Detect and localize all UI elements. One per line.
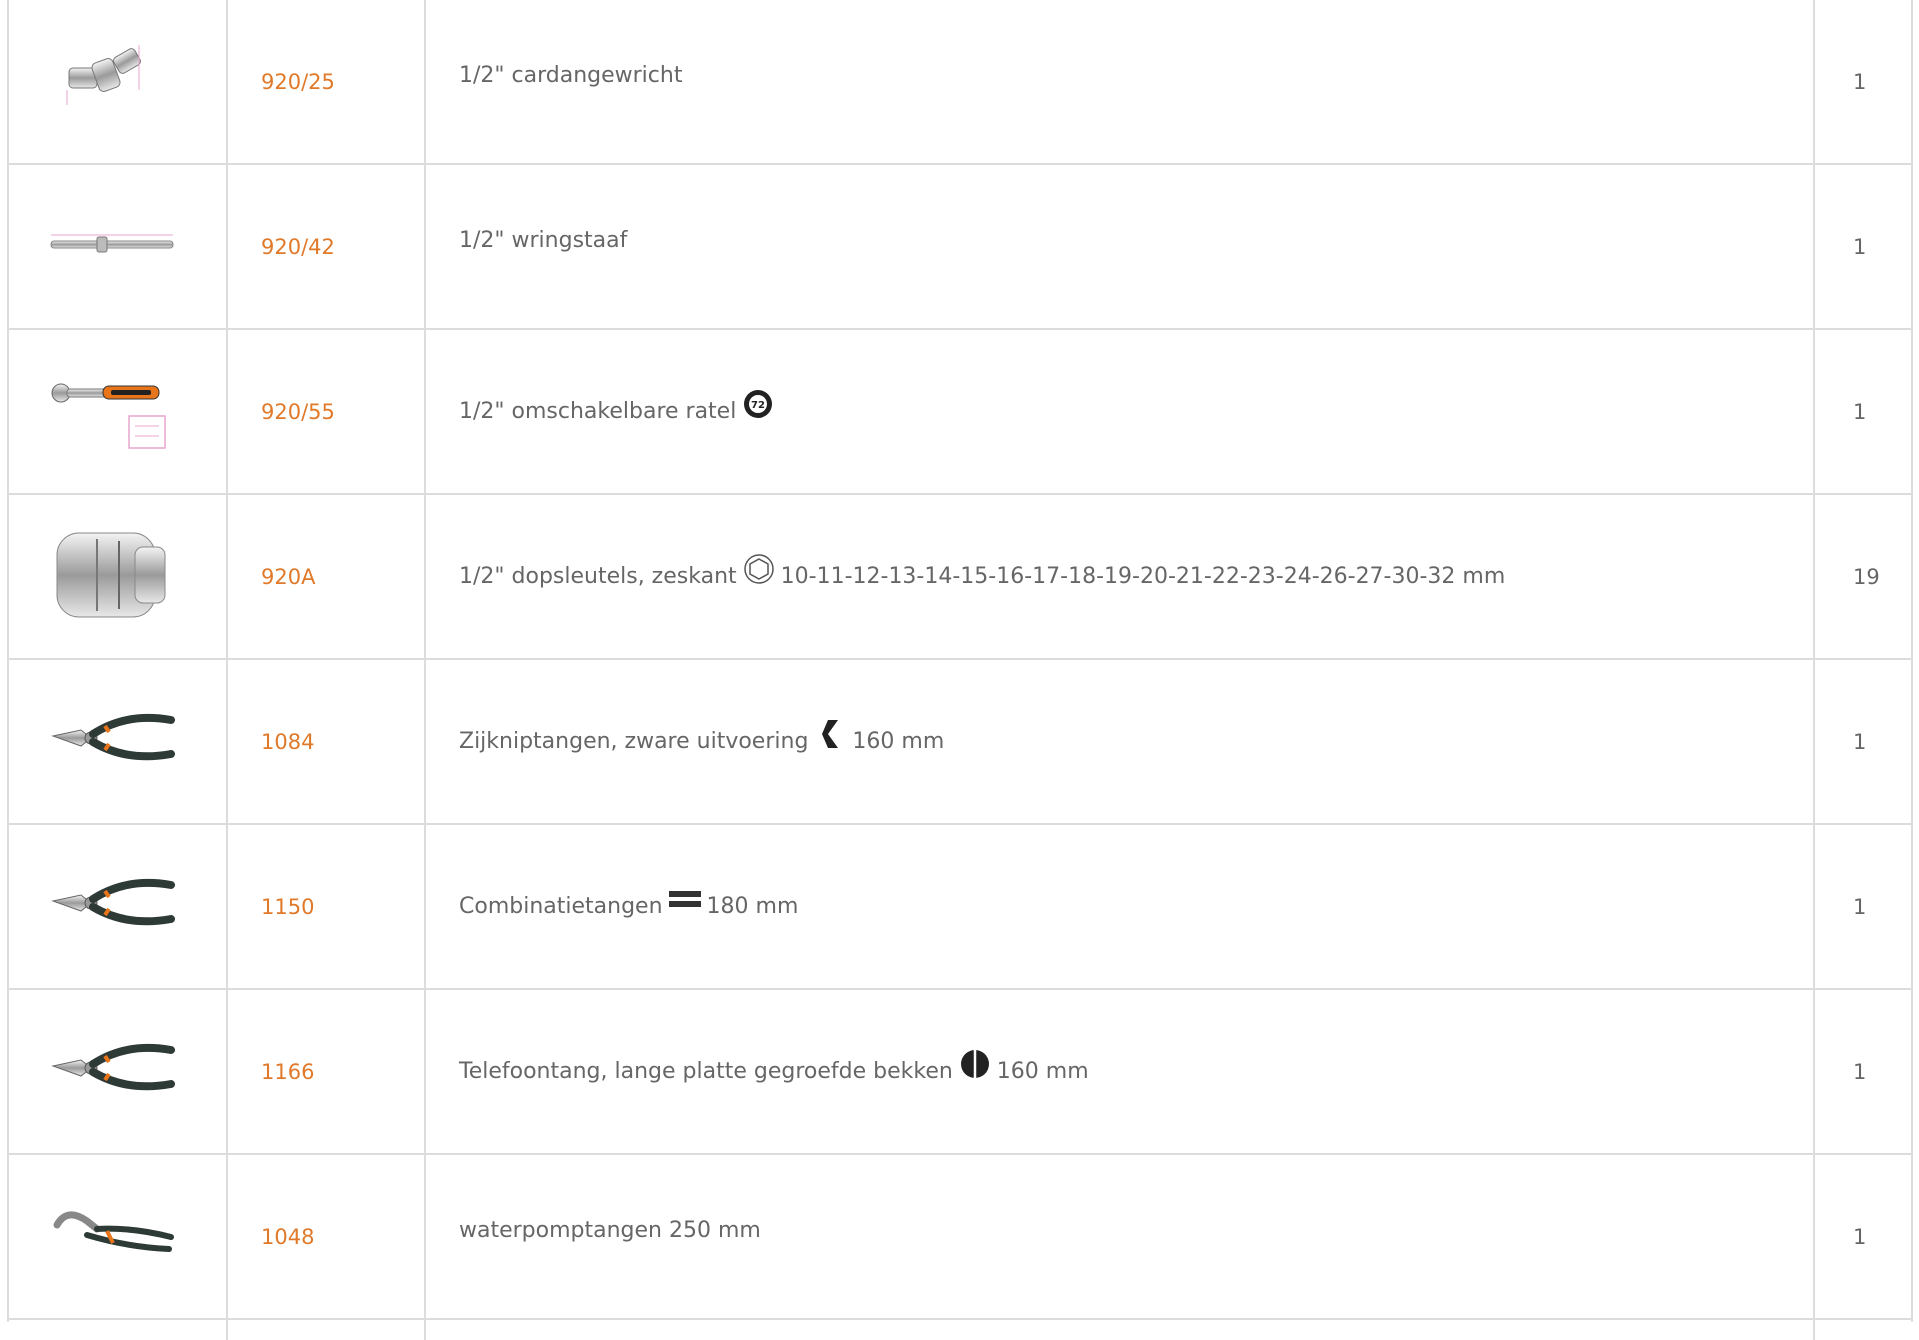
description-cell: Zijkniptangen, zware uitvoering 160 mm: [426, 660, 1815, 823]
product-image-cell: [9, 1155, 228, 1318]
table-row: 920/25 1/2" cardangewricht 1: [9, 0, 1911, 165]
quantity-value: 1: [1853, 70, 1867, 94]
description-text: waterpomptangen 250 mm: [459, 1218, 761, 1243]
quantity-cell: 1: [1815, 1155, 1913, 1318]
code-cell: 1048: [228, 1155, 426, 1318]
quantity-cell: 19: [1815, 495, 1913, 658]
empty-cell: [1815, 1320, 1913, 1340]
parts-table: 920/25 1/2" cardangewricht 1 920/42 1/2" wri…: [7, 0, 1913, 1340]
water-pump-pliers-icon[interactable]: [47, 1185, 177, 1285]
long-nose-pliers-icon[interactable]: [47, 1020, 177, 1120]
table-row: 920/42 1/2" wringstaaf 1: [9, 165, 1911, 330]
description-text: 1/2" cardangewricht: [459, 63, 683, 88]
breaker-bar-icon[interactable]: [47, 195, 177, 295]
table-row: 1048 waterpomptangen 250 mm 1: [9, 1155, 1911, 1320]
table-row: 920A 1/2" dopsleutels, zeskant 10-11-12-13…: [9, 495, 1911, 660]
code-cell: 1150: [228, 825, 426, 988]
description-size: 160 mm: [852, 729, 945, 754]
hexagon-icon: [743, 553, 775, 585]
quantity-cell: 1: [1815, 165, 1913, 328]
description-cell: Combinatietangen 180 mm: [426, 825, 1815, 988]
product-image-cell: [9, 495, 228, 658]
product-code-link[interactable]: 1048: [261, 1225, 314, 1249]
side-cutter-icon: [814, 718, 846, 750]
description-cell: 1/2" omschakelbare ratel 72: [426, 330, 1815, 493]
code-cell: 1166: [228, 990, 426, 1153]
product-code-link[interactable]: 920A: [261, 565, 315, 589]
table-row: 920/55 1/2" omschakelbare ratel 72 1: [9, 330, 1911, 495]
description-text: Combinatietangen: [459, 894, 663, 919]
quantity-value: 1: [1853, 895, 1867, 919]
svg-text:72: 72: [751, 400, 765, 411]
code-cell: 920/25: [228, 0, 426, 163]
quantity-cell: 1: [1815, 660, 1913, 823]
description-cell: 1/2" dopsleutels, zeskant 10-11-12-13-14-…: [426, 495, 1815, 658]
product-image-cell: [9, 330, 228, 493]
empty-cell: [228, 1320, 426, 1340]
quantity-value: 1: [1853, 730, 1867, 754]
product-code-link[interactable]: 1166: [261, 1060, 314, 1084]
product-code-link[interactable]: 920/42: [261, 235, 335, 259]
empty-cell: [426, 1320, 1815, 1340]
table-row: 1166 Telefoontang, lange platte gegroefde…: [9, 990, 1911, 1155]
product-image-cell: [9, 165, 228, 328]
product-code-link[interactable]: 920/25: [261, 70, 335, 94]
ratchet-icon[interactable]: [47, 360, 177, 460]
ratchet-72-teeth-icon: 72: [742, 388, 774, 420]
table-row: 1150 Combinatietangen 180 mm 1: [9, 825, 1911, 990]
combination-pliers-icon[interactable]: [47, 855, 177, 955]
description-cell: 1/2" cardangewricht: [426, 0, 1815, 163]
description-text: 1/2" dopsleutels, zeskant: [459, 564, 737, 589]
description-text: 1/2" wringstaaf: [459, 228, 628, 253]
quantity-value: 1: [1853, 1225, 1867, 1249]
table-row: 1084 Zijkniptangen, zware uitvoering 160 m…: [9, 660, 1911, 825]
description-text: 1/2" omschakelbare ratel: [459, 399, 737, 424]
description-cell: 1/2" wringstaaf: [426, 165, 1815, 328]
product-image-cell: [9, 825, 228, 988]
description-size: 160 mm: [996, 1059, 1089, 1084]
quantity-value: 1: [1853, 400, 1867, 424]
quantity-cell: 1: [1815, 825, 1913, 988]
code-cell: 1084: [228, 660, 426, 823]
product-image-cell: [9, 0, 228, 163]
empty-cell: [9, 1320, 228, 1340]
quantity-value: 1: [1853, 235, 1867, 259]
quantity-cell: 1: [1815, 330, 1913, 493]
product-code-link[interactable]: 1084: [261, 730, 314, 754]
product-code-link[interactable]: 920/55: [261, 400, 335, 424]
code-cell: 920/42: [228, 165, 426, 328]
universal-joint-icon[interactable]: [47, 30, 177, 130]
quantity-value: 19: [1853, 565, 1880, 589]
quantity-value: 1: [1853, 1060, 1867, 1084]
code-cell: 920A: [228, 495, 426, 658]
product-image-cell: [9, 660, 228, 823]
description-cell: waterpomptangen 250 mm: [426, 1155, 1815, 1318]
description-text: Telefoontang, lange platte gegroefde bek…: [459, 1059, 953, 1084]
code-cell: 920/55: [228, 330, 426, 493]
flat-jaws-icon: [668, 883, 701, 915]
description-text: Zijkniptangen, zware uitvoering: [459, 729, 809, 754]
product-image-cell: [9, 990, 228, 1153]
description-size: 10-11-12-13-14-15-16-17-18-19-20-21-22-2…: [780, 564, 1506, 589]
quantity-cell: 1: [1815, 0, 1913, 163]
diagonal-pliers-icon[interactable]: [47, 690, 177, 790]
description-size: 180 mm: [706, 894, 799, 919]
socket-icon[interactable]: [47, 525, 177, 625]
product-code-link[interactable]: 1150: [261, 895, 314, 919]
description-cell: Telefoontang, lange platte gegroefde bek…: [426, 990, 1815, 1153]
quantity-cell: 1: [1815, 990, 1913, 1153]
half-round-jaws-icon: [959, 1048, 991, 1080]
table-row-partial: [9, 1320, 1911, 1340]
